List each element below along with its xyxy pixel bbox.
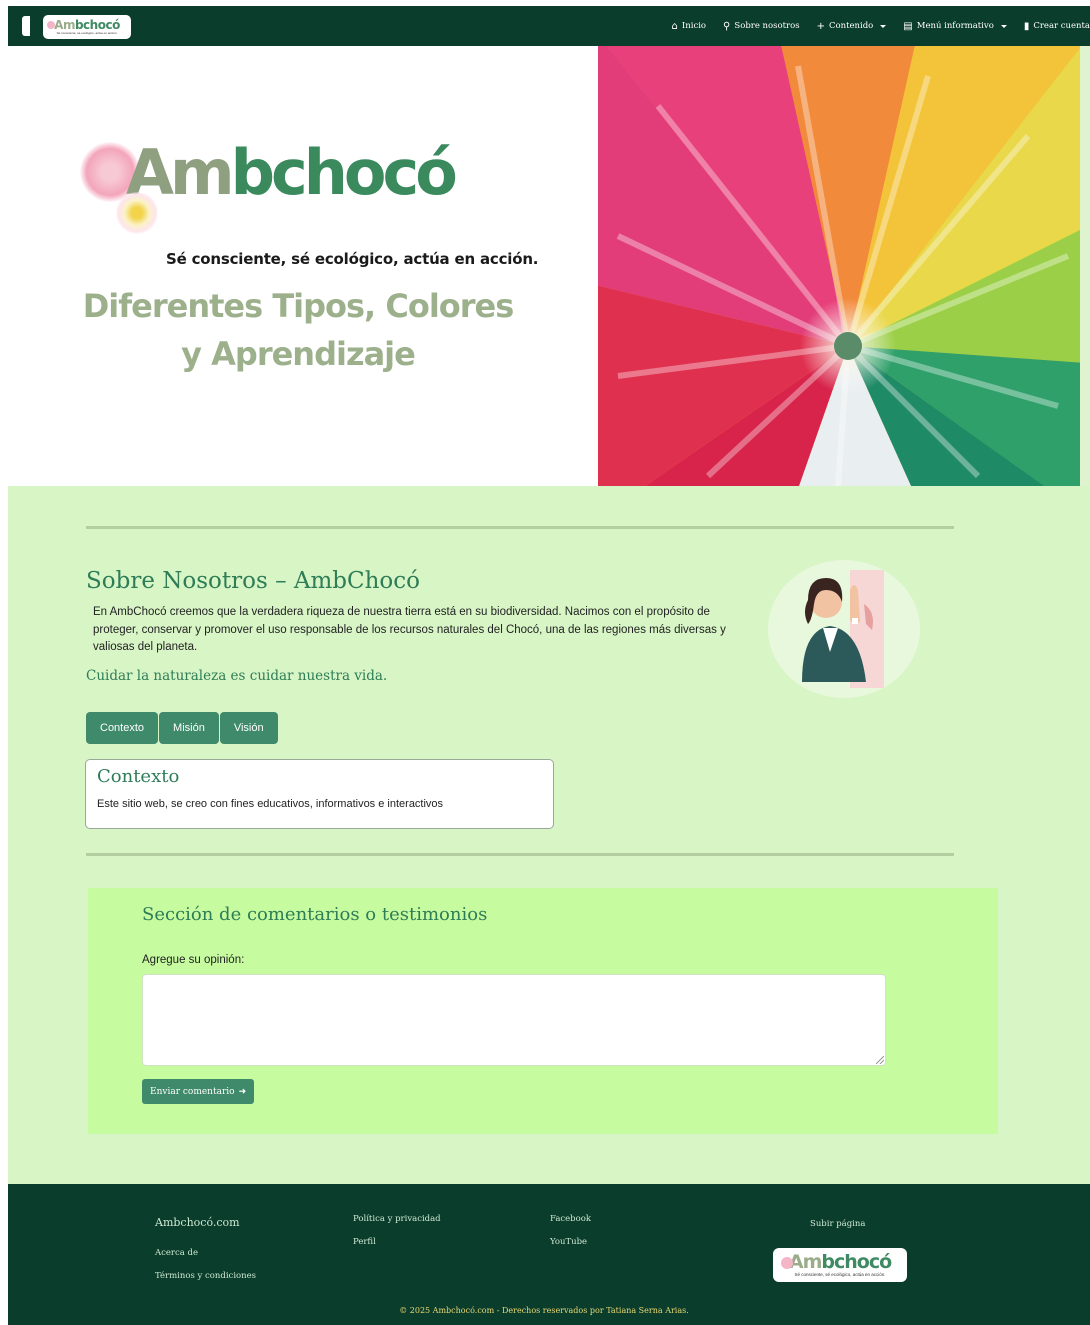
nav-menu: ⌂ Inicio ⚲ Sobre nosotros + Contenido ▤ …: [672, 6, 1090, 46]
footer-logo[interactable]: Ambchocó Sé consciente, sé ecológico, ac…: [773, 1248, 907, 1282]
card-text: Este sitio web, se creo con fines educat…: [97, 798, 444, 810]
nav-item-label: Sobre nosotros: [734, 21, 800, 31]
search-icon: ⚲: [723, 20, 731, 32]
card-title: Contexto: [97, 766, 180, 787]
page-frame: Ambchocó Sé consciente, sé ecológico, ac…: [8, 6, 1090, 1325]
footer-link-terminos[interactable]: Términos y condiciones: [155, 1271, 256, 1281]
hero-section: Ambchocó Sé consciente, sé ecológico, ac…: [8, 46, 1090, 486]
nav-item-label: Inicio: [681, 21, 707, 31]
footer-link-facebook[interactable]: Facebook: [550, 1214, 591, 1224]
logo-word-prefix: Am: [788, 1251, 823, 1273]
nav-item-menu-informativo[interactable]: ▤ Menú informativo: [903, 21, 1007, 32]
main-content: Sobre Nosotros – AmbChocó En AmbChocó cr…: [8, 486, 1090, 1184]
chevron-down-icon: [880, 24, 887, 28]
footer-link-politica[interactable]: Política y privacidad: [353, 1214, 441, 1224]
yellow-flower-icon: [116, 192, 158, 234]
hero-tagline: Sé consciente, sé ecológico, actúa en ac…: [166, 250, 539, 268]
resize-handle-icon[interactable]: [876, 1056, 884, 1064]
send-comment-label: Enviar comentario: [150, 1086, 235, 1097]
tab-contexto[interactable]: Contexto: [86, 712, 159, 744]
arrow-right-icon: ➜: [238, 1086, 247, 1097]
footer-link-acerca[interactable]: Acerca de: [155, 1248, 198, 1258]
nav-logo[interactable]: Ambchocó Sé consciente, sé ecológico, ac…: [43, 15, 131, 39]
rainbow-flower-image: [598, 46, 1080, 486]
flower-icon: [47, 21, 55, 29]
avatar: [768, 560, 920, 698]
nav-item-crear-cuenta[interactable]: ▮ Crear cuenta: [1024, 21, 1090, 32]
nav-item-inicio[interactable]: ⌂ Inicio: [672, 21, 707, 32]
nav-item-sobre-nosotros[interactable]: ⚲ Sobre nosotros: [723, 21, 800, 32]
comments-title: Sección de comentarios o testimonios: [142, 904, 488, 925]
hero-text-panel: Ambchocó Sé consciente, sé ecológico, ac…: [8, 46, 598, 486]
hero-title-line1: Diferentes Tipos, Colores: [82, 287, 515, 325]
comments-section: Sección de comentarios o testimonios Agr…: [88, 888, 998, 1134]
nav-item-label: Contenido: [828, 21, 874, 31]
flower-icon: [781, 1257, 793, 1269]
hero-title-line2: y Aprendizaje: [181, 335, 416, 373]
nav-logo-word: Ambchocó: [54, 18, 120, 32]
divider: [86, 853, 954, 856]
footer-logo-slogan: Sé consciente, sé ecológico, actúa en ac…: [794, 1272, 886, 1277]
comment-textarea[interactable]: [142, 974, 886, 1066]
about-tabs: Contexto Misión Visión: [86, 712, 278, 744]
plus-icon: +: [816, 20, 825, 32]
send-comment-button[interactable]: Enviar comentario ➜: [142, 1079, 255, 1104]
about-text: En AmbChocó creemos que la verdadera riq…: [93, 606, 726, 653]
footer-link-youtube[interactable]: YouTube: [550, 1237, 587, 1247]
footer-brand[interactable]: Ambchocó.com: [155, 1216, 240, 1229]
footer-logo-word: Ambchocó: [788, 1251, 892, 1273]
hero-logo-word: Ambchocó: [126, 136, 458, 209]
tab-content-card: Contexto Este sitio web, se creo con fin…: [85, 759, 554, 829]
about-quote: Cuidar la naturaleza es cuidar nuestra v…: [86, 668, 388, 684]
hero-title: Diferentes Tipos, Colores y Aprendizaje: [48, 282, 548, 378]
logo-word-prefix: Am: [54, 18, 75, 32]
nav-logo-slogan: Sé consciente, sé ecológico, actúa en ac…: [56, 31, 118, 35]
footer: Ambchocó.com Acerca de Términos y condic…: [8, 1184, 1090, 1325]
comments-label: Agregue su opinión:: [142, 954, 245, 966]
nav-item-contenido[interactable]: + Contenido: [817, 21, 887, 32]
top-navbar: Ambchocó Sé consciente, sé ecológico, ac…: [8, 6, 1090, 46]
chevron-down-icon: [1000, 24, 1007, 28]
sidebar-toggle-button[interactable]: [22, 16, 30, 36]
tab-mision[interactable]: Misión: [159, 712, 219, 744]
about-title: Sobre Nosotros – AmbChocó: [86, 568, 421, 594]
footer-copyright: © 2025 Ambchocó.com - Derechos reservado…: [399, 1306, 689, 1315]
nav-item-label: Crear cuenta: [1033, 21, 1090, 31]
door-icon: ▮: [1023, 20, 1030, 32]
hero-side-strip: [1080, 46, 1090, 486]
tab-vision[interactable]: Visión: [219, 712, 278, 744]
scroll-top-link[interactable]: Subir página: [810, 1219, 865, 1229]
book-icon: ▤: [903, 20, 913, 32]
footer-link-perfil[interactable]: Perfil: [353, 1237, 376, 1247]
divider: [86, 526, 954, 529]
nav-item-label: Menú informativo: [916, 21, 994, 31]
home-icon: ⌂: [671, 20, 678, 32]
